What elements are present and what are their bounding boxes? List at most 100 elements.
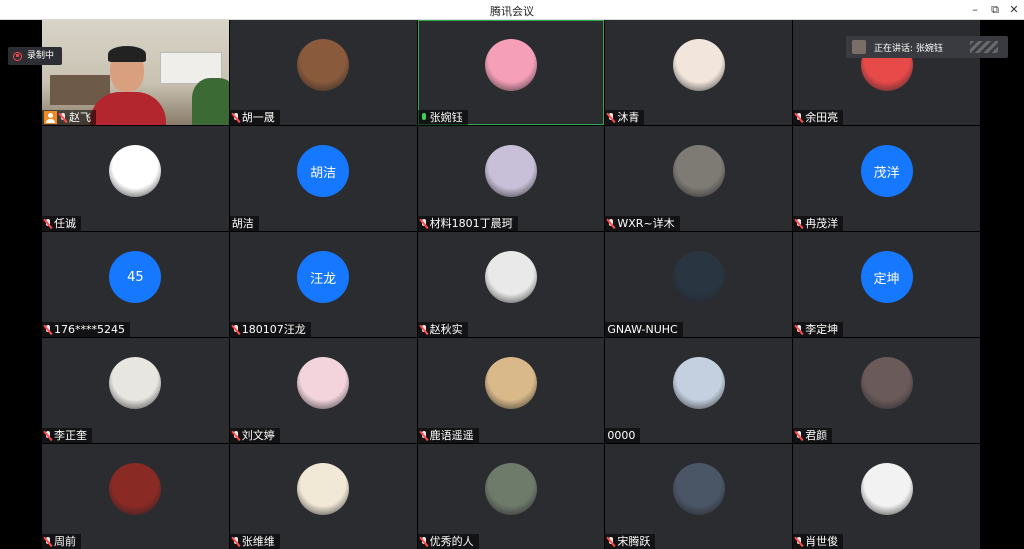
participant-name-tag: 180107汪龙 bbox=[229, 322, 311, 337]
recording-indicator[interactable]: 录制中 bbox=[8, 47, 62, 65]
mic-muted-icon bbox=[418, 430, 428, 441]
participant-tile[interactable]: 鹿语遥遥 bbox=[417, 338, 605, 443]
participant-tile[interactable]: GNAW-NUHC bbox=[605, 232, 793, 337]
participant-tile[interactable]: 张婉钰 bbox=[417, 20, 605, 125]
participant-tile[interactable]: 任诚 bbox=[42, 126, 229, 231]
mic-muted-icon bbox=[794, 324, 804, 335]
mic-muted-icon bbox=[58, 112, 68, 123]
avatar-initials: 汪龙 bbox=[310, 271, 337, 287]
participant-name-tag: 鹿语遥遥 bbox=[417, 428, 479, 443]
person-body bbox=[90, 92, 166, 125]
participant-tile[interactable]: 汪龙 180107汪龙 bbox=[229, 232, 417, 337]
participant-tile[interactable]: 优秀的人 bbox=[417, 444, 605, 549]
participant-tile[interactable]: 李正奎 bbox=[42, 338, 229, 443]
participant-name-tag: 0000 bbox=[605, 428, 641, 443]
avatar bbox=[109, 357, 162, 409]
avatar bbox=[860, 357, 913, 409]
participant-name-tag: WXR~详木 bbox=[605, 216, 680, 231]
participant-tile[interactable]: 君颜 bbox=[793, 338, 980, 443]
participant-name-tag: 宋腾跃 bbox=[605, 534, 656, 549]
participant-name: 优秀的人 bbox=[429, 535, 474, 548]
participant-name-tag: 周前 bbox=[42, 534, 81, 549]
participant-tile[interactable]: 刘文婷 bbox=[229, 338, 417, 443]
avatar: 茂洋 bbox=[860, 145, 913, 197]
participant-name-tag: 李正奎 bbox=[42, 428, 92, 443]
avatar bbox=[860, 463, 913, 515]
participant-tile[interactable]: 宋腾跃 bbox=[605, 444, 793, 549]
participant-name: WXR~详木 bbox=[617, 217, 675, 230]
participant-tile[interactable]: 张维维 bbox=[229, 444, 417, 549]
participant-name: 任诚 bbox=[54, 217, 76, 230]
participant-tile[interactable]: 定坤李定坤 bbox=[793, 232, 980, 337]
participant-name-tag: 沐青 bbox=[605, 110, 645, 125]
participant-name: 0000 bbox=[607, 429, 636, 442]
participant-tile[interactable]: 沐青 bbox=[605, 20, 793, 125]
mic-muted-icon bbox=[231, 536, 240, 547]
avatar-initials: 定坤 bbox=[873, 271, 900, 287]
participant-tile[interactable]: 肖世俊 bbox=[793, 444, 980, 549]
participant-name-tag: 材料1801丁晨珂 bbox=[417, 216, 518, 231]
avatar-initials: 45 bbox=[127, 269, 144, 285]
participant-name: 君颜 bbox=[805, 429, 828, 442]
meeting-view: 赵飞 胡一晟 张婉钰 沐青 余田亮 任诚 胡洁 胡洁 材料1801丁晨珂 WXR~详木 茂洋 冉茂洋 4… bbox=[0, 20, 1024, 549]
participant-name: 李定坤 bbox=[805, 323, 839, 336]
participant-name: 材料1801丁晨珂 bbox=[429, 217, 513, 230]
participant-name-tag: 任诚 bbox=[42, 216, 81, 231]
avatar: 45 bbox=[109, 251, 162, 303]
avatar bbox=[672, 251, 725, 303]
participant-name: 赵飞 bbox=[69, 111, 91, 124]
avatar bbox=[297, 39, 350, 91]
avatar: 胡洁 bbox=[297, 145, 350, 197]
avatar bbox=[297, 357, 350, 409]
avatar bbox=[297, 463, 350, 515]
mic-muted-icon bbox=[231, 430, 240, 441]
record-icon bbox=[13, 51, 22, 61]
restore-button[interactable]: ⧉ bbox=[985, 2, 1005, 18]
mic-on-icon bbox=[420, 112, 428, 123]
participant-tile[interactable]: WXR~详木 bbox=[605, 126, 793, 231]
participant-name: 冉茂洋 bbox=[805, 217, 839, 230]
participant-tile[interactable]: 0000 bbox=[605, 338, 793, 443]
mic-muted-icon bbox=[794, 430, 804, 441]
mic-muted-icon bbox=[606, 536, 616, 547]
close-button[interactable]: ✕ bbox=[1004, 2, 1024, 18]
participant-name: 张维维 bbox=[241, 535, 275, 548]
participant-tile[interactable]: 45 176****5245 bbox=[42, 232, 229, 337]
participant-name-tag: 刘文婷 bbox=[229, 428, 280, 443]
avatar bbox=[484, 251, 537, 303]
avatar: 定坤 bbox=[860, 251, 913, 303]
avatar bbox=[672, 39, 725, 91]
participant-tile[interactable]: 赵飞 bbox=[42, 20, 229, 125]
speaking-label: 正在讲话: 张婉钰 bbox=[874, 43, 943, 54]
participant-name: 刘文婷 bbox=[241, 429, 275, 442]
participant-tile[interactable]: 胡一晟 bbox=[229, 20, 417, 125]
mic-muted-icon bbox=[43, 536, 53, 547]
participant-name: 沐青 bbox=[617, 111, 640, 124]
plant bbox=[192, 78, 229, 125]
participant-name: 胡一晟 bbox=[241, 111, 275, 124]
participant-name-tag: 176****5245 bbox=[42, 322, 130, 337]
participant-name-tag: 君颜 bbox=[793, 428, 833, 443]
mic-muted-icon bbox=[794, 112, 804, 123]
avatar bbox=[672, 357, 725, 409]
participant-grid: 赵飞 胡一晟 张婉钰 沐青 余田亮 任诚 胡洁 胡洁 材料1801丁晨珂 WXR~详木 茂洋 冉茂洋 4… bbox=[42, 20, 980, 549]
mic-muted-icon bbox=[231, 324, 240, 335]
mic-muted-icon bbox=[231, 112, 240, 123]
participant-name: 周前 bbox=[54, 535, 76, 548]
participant-name: 赵秋实 bbox=[429, 323, 463, 336]
avatar bbox=[109, 463, 162, 515]
participant-tile[interactable]: 胡洁 胡洁 bbox=[229, 126, 417, 231]
speaker-avatar bbox=[852, 40, 866, 54]
participant-tile[interactable]: 材料1801丁晨珂 bbox=[417, 126, 605, 231]
participant-tile[interactable]: 赵秋实 bbox=[417, 232, 605, 337]
mic-muted-icon bbox=[418, 536, 428, 547]
minimize-button[interactable]: – bbox=[965, 2, 985, 18]
participant-name-tag: 冉茂洋 bbox=[793, 216, 844, 231]
participant-name-tag: 张维维 bbox=[229, 534, 280, 549]
participant-tile[interactable]: 周前 bbox=[42, 444, 229, 549]
avatar bbox=[484, 357, 537, 409]
avatar bbox=[484, 39, 537, 91]
avatar bbox=[672, 463, 725, 515]
avatar bbox=[484, 463, 537, 515]
participant-tile[interactable]: 茂洋冉茂洋 bbox=[793, 126, 980, 231]
